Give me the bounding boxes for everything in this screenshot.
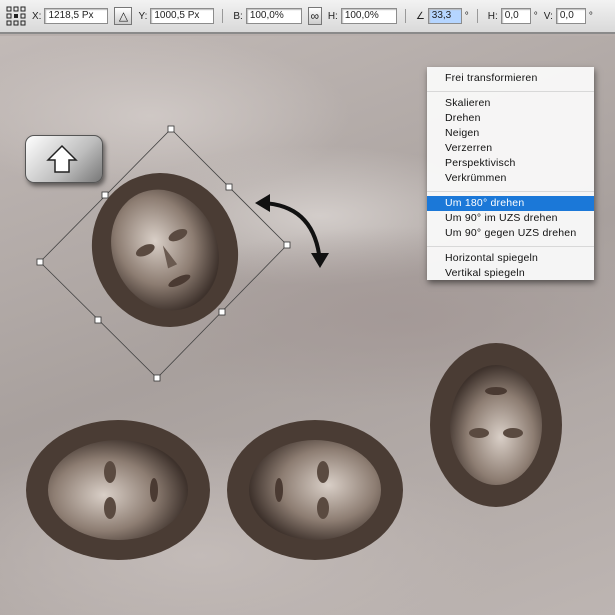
menu-item-skew[interactable]: Neigen <box>427 126 594 141</box>
menu-item-scale[interactable]: Skalieren <box>427 96 594 111</box>
menu-item-perspective[interactable]: Perspektivisch <box>427 156 594 171</box>
menu-item-rotate-180[interactable]: Um 180° drehen <box>427 196 594 211</box>
menu-separator <box>427 91 594 92</box>
menu-item-rotate-90-cw[interactable]: Um 90° im UZS drehen <box>427 211 594 226</box>
medusa-head-rotated-90-cw <box>227 420 403 560</box>
transform-context-menu: Frei transformieren Skalieren Drehen Nei… <box>427 67 594 280</box>
menu-item-distort[interactable]: Verzerren <box>427 141 594 156</box>
medusa-head-rotated-180 <box>430 343 562 507</box>
menu-separator <box>427 191 594 192</box>
shift-arrow-icon <box>46 144 78 173</box>
menu-item-flip-vertical[interactable]: Vertikal spiegeln <box>427 266 594 281</box>
menu-item-flip-horizontal[interactable]: Horizontal spiegeln <box>427 251 594 266</box>
menu-item-warp[interactable]: Verkrümmen <box>427 171 594 186</box>
shift-key <box>25 135 103 183</box>
menu-item-rotate[interactable]: Drehen <box>427 111 594 126</box>
medusa-head-rotated-90-ccw <box>26 420 210 560</box>
menu-item-free-transform[interactable]: Frei transformieren <box>427 71 594 86</box>
menu-separator <box>427 246 594 247</box>
menu-item-rotate-90-ccw[interactable]: Um 90° gegen UZS drehen <box>427 226 594 241</box>
